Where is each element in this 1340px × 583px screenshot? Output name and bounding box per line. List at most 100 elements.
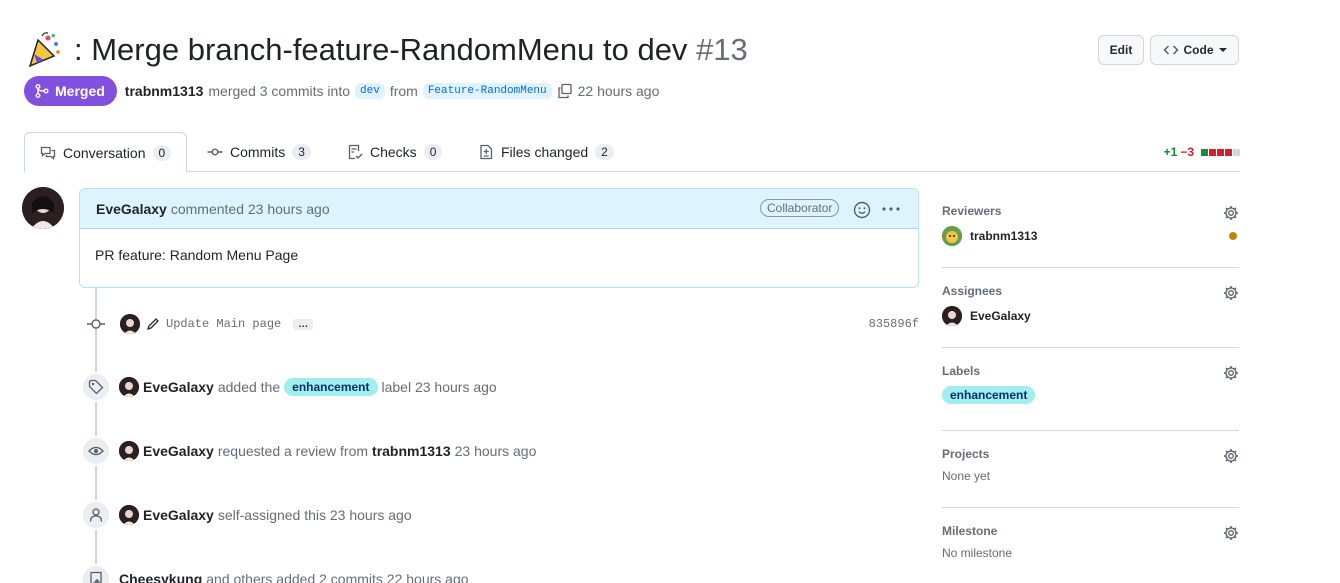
checklist-icon	[348, 144, 363, 160]
avatar[interactable]	[119, 505, 139, 525]
caret-down-icon	[1218, 48, 1227, 52]
avatar[interactable]	[119, 441, 139, 461]
tag-icon	[81, 372, 111, 402]
merge-time: 22 hours ago	[577, 83, 660, 99]
event-text: 23 hours ago	[454, 443, 537, 459]
sidebar-title: Labels	[942, 364, 981, 378]
tab-conversation-count: 0	[152, 144, 172, 161]
gear-icon[interactable]	[1223, 448, 1239, 464]
code-label: Code	[1183, 43, 1214, 57]
label-item[interactable]: enhancement	[942, 386, 1239, 404]
timeline-event-review-request: EveGalaxy requested a review from trabnm…	[81, 436, 536, 466]
pencil-icon	[146, 318, 159, 331]
reviewer-item[interactable]: trabnm1313	[942, 226, 1239, 246]
sidebar-title: Assignees	[942, 284, 1003, 298]
assignee-name: EveGalaxy	[970, 309, 1031, 323]
tab-conversation-label: Conversation	[63, 144, 146, 161]
event-text: label 23 hours ago	[381, 379, 497, 395]
gear-icon[interactable]	[1223, 285, 1239, 301]
tab-conversation[interactable]: Conversation 0	[24, 132, 188, 173]
sidebar-reviewers: Reviewers trabnm1313	[942, 188, 1239, 268]
tab-commits[interactable]: Commits 3	[207, 132, 311, 172]
party-popper-icon	[28, 32, 60, 68]
merged-state-label: Merged	[55, 83, 105, 99]
avatar[interactable]	[119, 377, 139, 397]
base-branch[interactable]: dev	[355, 83, 385, 99]
tab-checks[interactable]: Checks 0	[347, 132, 443, 172]
event-target[interactable]: trabnm1313	[372, 443, 451, 459]
commit-row: Update Main page … 835896f	[81, 312, 919, 336]
event-actor[interactable]: EveGalaxy	[143, 379, 214, 395]
timeline-event-label: EveGalaxy added the enhancement label 23…	[81, 372, 497, 402]
sidebar-labels: Labels enhancement	[942, 348, 1239, 431]
from-text: from	[389, 83, 418, 99]
event-text: requested a review from	[217, 443, 369, 459]
timeline-event-push: Cheesykung and others added 2 commits 22…	[81, 564, 469, 583]
avatar-image	[22, 187, 64, 229]
diff-stat: +1 −3	[1164, 145, 1240, 159]
code-button[interactable]: Code	[1150, 35, 1239, 65]
label-badge[interactable]: enhancement	[284, 378, 378, 396]
event-actor[interactable]: EveGalaxy	[143, 443, 214, 459]
sidebar-assignees: Assignees EveGalaxy	[942, 268, 1239, 348]
pr-sidebar: Reviewers trabnm1313 Assignees EveGalaxy…	[942, 188, 1239, 583]
tab-files-changed[interactable]: Files changed 2	[478, 132, 614, 172]
expand-commit-button[interactable]: …	[293, 318, 314, 330]
person-icon	[81, 500, 111, 530]
tab-checks-count: 0	[423, 144, 443, 160]
pr-header: : Merge branch-feature-RandomMenu to dev…	[24, 28, 1240, 72]
eye-icon	[81, 436, 111, 466]
comment-author[interactable]: EveGalaxy	[96, 201, 167, 217]
git-commit-icon	[87, 319, 105, 329]
avatar	[942, 226, 962, 246]
commit-sha[interactable]: 835896f	[869, 317, 919, 331]
projects-value: None yet	[942, 469, 991, 483]
event-actor[interactable]: EveGalaxy	[143, 507, 214, 523]
assignee-item[interactable]: EveGalaxy	[942, 306, 1239, 326]
edit-button[interactable]: Edit	[1098, 35, 1144, 65]
merged-state-badge: Merged	[24, 76, 117, 106]
code-icon	[1162, 45, 1179, 55]
tab-files-changed-count: 2	[595, 144, 614, 160]
head-branch[interactable]: Feature-RandomMenu	[422, 83, 552, 99]
kebab-horizontal-icon[interactable]	[882, 207, 900, 211]
commit-message[interactable]: Update Main page	[166, 317, 281, 331]
tab-checks-label: Checks	[370, 144, 417, 160]
sidebar-title: Milestone	[942, 524, 998, 538]
event-text: and others added 2 commits 22 hours ago	[206, 571, 469, 583]
pr-description-comment: EveGalaxy commented 23 hours ago Collabo…	[79, 188, 919, 288]
sidebar-title: Reviewers	[942, 204, 1002, 218]
merge-summary: trabnm1313 merged 3 commits into dev fro…	[125, 83, 660, 99]
sidebar-title: Projects	[942, 447, 990, 461]
avatar[interactable]	[120, 314, 140, 334]
repo-push-icon	[81, 564, 111, 583]
event-text: self-assigned this 23 hours ago	[217, 507, 412, 523]
timeline-event-assigned: EveGalaxy self-assigned this 23 hours ag…	[81, 500, 412, 530]
git-commit-icon	[207, 148, 223, 156]
tab-commits-label: Commits	[230, 144, 286, 160]
event-actor[interactable]: Cheesykung	[119, 571, 202, 583]
event-text: added the	[217, 379, 281, 395]
pr-meta: Merged trabnm1313 merged 3 commits into …	[24, 76, 659, 106]
comment-header: EveGalaxy commented 23 hours ago Collabo…	[80, 189, 918, 229]
collaborator-badge: Collaborator	[760, 199, 840, 217]
comment-action: commented 23 hours ago	[170, 200, 330, 217]
pr-title: : Merge branch-feature-RandomMenu to dev	[74, 32, 688, 67]
page-title: : Merge branch-feature-RandomMenu to dev…	[74, 30, 748, 70]
avatar[interactable]	[22, 187, 64, 229]
sidebar-projects: Projects None yet	[942, 431, 1239, 508]
author-link[interactable]: trabnm1313	[125, 83, 204, 99]
gear-icon[interactable]	[1223, 525, 1239, 541]
smiley-icon[interactable]	[853, 201, 871, 219]
additions-count: +1	[1163, 145, 1178, 159]
pr-number: #13	[696, 32, 748, 67]
pr-tabs: Conversation 0 Commits 3 Checks 0 Files …	[24, 132, 1240, 173]
milestone-value: No milestone	[942, 546, 1013, 560]
gear-icon[interactable]	[1223, 365, 1239, 381]
diffstat-bar	[1200, 145, 1240, 159]
label-badge: enhancement	[942, 386, 1036, 404]
copy-icon[interactable]	[557, 83, 573, 99]
gear-icon[interactable]	[1223, 205, 1239, 221]
sidebar-milestone: Milestone No milestone	[942, 508, 1239, 583]
file-diff-icon	[480, 144, 493, 160]
